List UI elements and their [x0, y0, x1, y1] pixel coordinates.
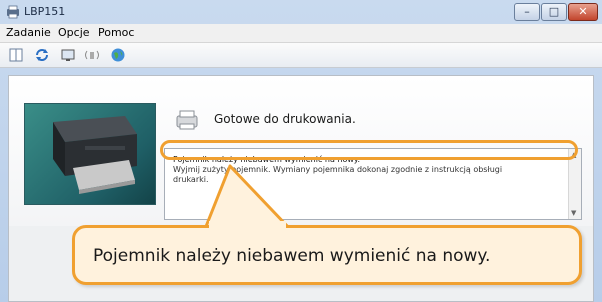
- callout-bubble: Pojemnik należy niebawem wymienić na now…: [72, 225, 582, 285]
- callout-text: Pojemnik należy niebawem wymienić na now…: [93, 246, 491, 266]
- printer-status-window: LBP151 – □ ✕ Zadanie Opcje Pomoc Gotowe …: [0, 0, 602, 302]
